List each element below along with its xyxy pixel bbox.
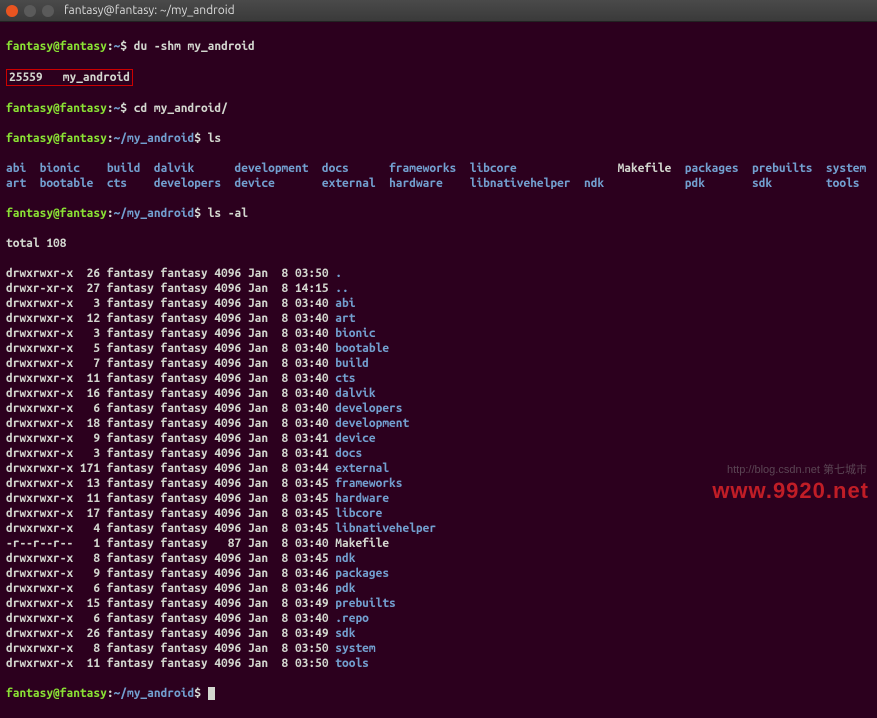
ls-item: development	[235, 162, 322, 175]
table-row: drwxrwxr-x 18 fantasy fantasy 4096 Jan 8…	[6, 416, 871, 431]
table-row: drwxrwxr-x 16 fantasy fantasy 4096 Jan 8…	[6, 386, 871, 401]
table-row: drwxrwxr-x 6 fantasy fantasy 4096 Jan 8 …	[6, 581, 871, 596]
table-row: drwxrwxr-x 9 fantasy fantasy 4096 Jan 8 …	[6, 431, 871, 446]
table-row: drwxrwxr-x 3 fantasy fantasy 4096 Jan 8 …	[6, 326, 871, 341]
ls-item: dalvik	[154, 162, 235, 175]
file-name: bootable	[335, 342, 389, 355]
file-name: developers	[335, 402, 402, 415]
table-row: drwxrwxr-x 3 fantasy fantasy 4096 Jan 8 …	[6, 446, 871, 461]
file-name: device	[335, 432, 375, 445]
ls-short-output: abi bionic build dalvik development docs…	[6, 161, 871, 191]
ls-item: packages	[685, 162, 752, 175]
table-row: drwxrwxr-x 11 fantasy fantasy 4096 Jan 8…	[6, 656, 871, 671]
watermark-main: www.9920.net	[712, 483, 869, 498]
file-name: .repo	[335, 612, 369, 625]
ls-item: docs	[322, 162, 389, 175]
ls-item: tools	[826, 177, 873, 190]
ls-item: cts	[107, 177, 154, 190]
terminal-output[interactable]: fantasy@fantasy:~$ du -shm my_android 25…	[0, 22, 877, 718]
table-row: drwxrwxr-x 4 fantasy fantasy 4096 Jan 8 …	[6, 521, 871, 536]
ls-item: external	[322, 177, 389, 190]
ls-item: bootable	[40, 177, 107, 190]
ls-item: prebuilts	[752, 162, 826, 175]
file-name: development	[335, 417, 409, 430]
minimize-icon[interactable]	[24, 5, 36, 17]
ls-item: Makefile	[618, 162, 685, 175]
file-name: cts	[335, 372, 355, 385]
file-name: packages	[335, 567, 389, 580]
window-title: fantasy@fantasy: ~/my_android	[64, 3, 235, 18]
ls-item: frameworks	[389, 162, 470, 175]
file-name: prebuilts	[335, 597, 395, 610]
ls-item: bionic	[40, 162, 107, 175]
file-name: pdk	[335, 582, 355, 595]
file-name: docs	[335, 447, 362, 460]
cmd-du: du -shm my_android	[134, 40, 255, 53]
table-row: drwxrwxr-x 5 fantasy fantasy 4096 Jan 8 …	[6, 341, 871, 356]
table-row: drwxrwxr-x 3 fantasy fantasy 4096 Jan 8 …	[6, 296, 871, 311]
file-name: dalvik	[335, 387, 375, 400]
ls-item: ndk	[584, 177, 618, 190]
table-row: drwxr-xr-x 27 fantasy fantasy 4096 Jan 8…	[6, 281, 871, 296]
ls-item: abi	[6, 162, 40, 175]
ls-item: sdk	[752, 177, 826, 190]
file-name: sdk	[335, 627, 355, 640]
cmd-cd: cd my_android/	[134, 102, 228, 115]
ls-item: hardware	[389, 177, 470, 190]
ls-item: pdk	[685, 177, 752, 190]
file-name: .	[335, 267, 342, 280]
table-row: -r--r--r-- 1 fantasy fantasy 87 Jan 8 03…	[6, 536, 871, 551]
ls-item	[584, 162, 618, 175]
file-name: libcore	[335, 507, 382, 520]
table-row: drwxrwxr-x 26 fantasy fantasy 4096 Jan 8…	[6, 266, 871, 281]
file-name: frameworks	[335, 477, 402, 490]
table-row: drwxrwxr-x 7 fantasy fantasy 4096 Jan 8 …	[6, 356, 871, 371]
file-name: system	[335, 642, 375, 655]
file-name: Makefile	[335, 537, 389, 550]
table-row: drwxrwxr-x 9 fantasy fantasy 4096 Jan 8 …	[6, 566, 871, 581]
table-row: drwxrwxr-x 8 fantasy fantasy 4096 Jan 8 …	[6, 641, 871, 656]
file-name: libnativehelper	[335, 522, 436, 535]
cmd-lsal: ls -al	[208, 207, 248, 220]
cmd-ls: ls	[208, 132, 221, 145]
table-row: drwxrwxr-x 6 fantasy fantasy 4096 Jan 8 …	[6, 611, 871, 626]
file-name: build	[335, 357, 369, 370]
file-name: bionic	[335, 327, 375, 340]
file-name: ndk	[335, 552, 355, 565]
prompt-user: fantasy@fantasy	[6, 40, 107, 53]
ls-item: art	[6, 177, 40, 190]
table-row: drwxrwxr-x 15 fantasy fantasy 4096 Jan 8…	[6, 596, 871, 611]
ls-item: system	[826, 162, 873, 175]
watermark-sub: http://blog.csdn.net 第七城市	[727, 463, 867, 478]
maximize-icon[interactable]	[42, 5, 54, 17]
table-row: drwxrwxr-x 8 fantasy fantasy 4096 Jan 8 …	[6, 551, 871, 566]
du-output-highlight: 25559 my_android	[6, 69, 133, 86]
ls-item: libcore	[470, 162, 584, 175]
window-titlebar: fantasy@fantasy: ~/my_android	[0, 0, 877, 22]
cursor-icon	[208, 687, 215, 700]
file-name: art	[335, 312, 355, 325]
table-row: drwxrwxr-x 11 fantasy fantasy 4096 Jan 8…	[6, 371, 871, 386]
table-row: drwxrwxr-x 12 fantasy fantasy 4096 Jan 8…	[6, 311, 871, 326]
table-row: drwxrwxr-x 6 fantasy fantasy 4096 Jan 8 …	[6, 401, 871, 416]
file-name: abi	[335, 297, 355, 310]
file-name: tools	[335, 657, 369, 670]
file-name: ..	[335, 282, 348, 295]
file-name: external	[335, 462, 389, 475]
file-name: hardware	[335, 492, 389, 505]
ls-item: device	[235, 177, 322, 190]
ls-item: libnativehelper	[470, 177, 584, 190]
total-line: total 108	[6, 236, 871, 251]
close-icon[interactable]	[6, 5, 18, 17]
table-row: drwxrwxr-x 17 fantasy fantasy 4096 Jan 8…	[6, 506, 871, 521]
ls-item: developers	[154, 177, 235, 190]
ls-item	[618, 177, 685, 190]
ls-item: build	[107, 162, 154, 175]
table-row: drwxrwxr-x 26 fantasy fantasy 4096 Jan 8…	[6, 626, 871, 641]
